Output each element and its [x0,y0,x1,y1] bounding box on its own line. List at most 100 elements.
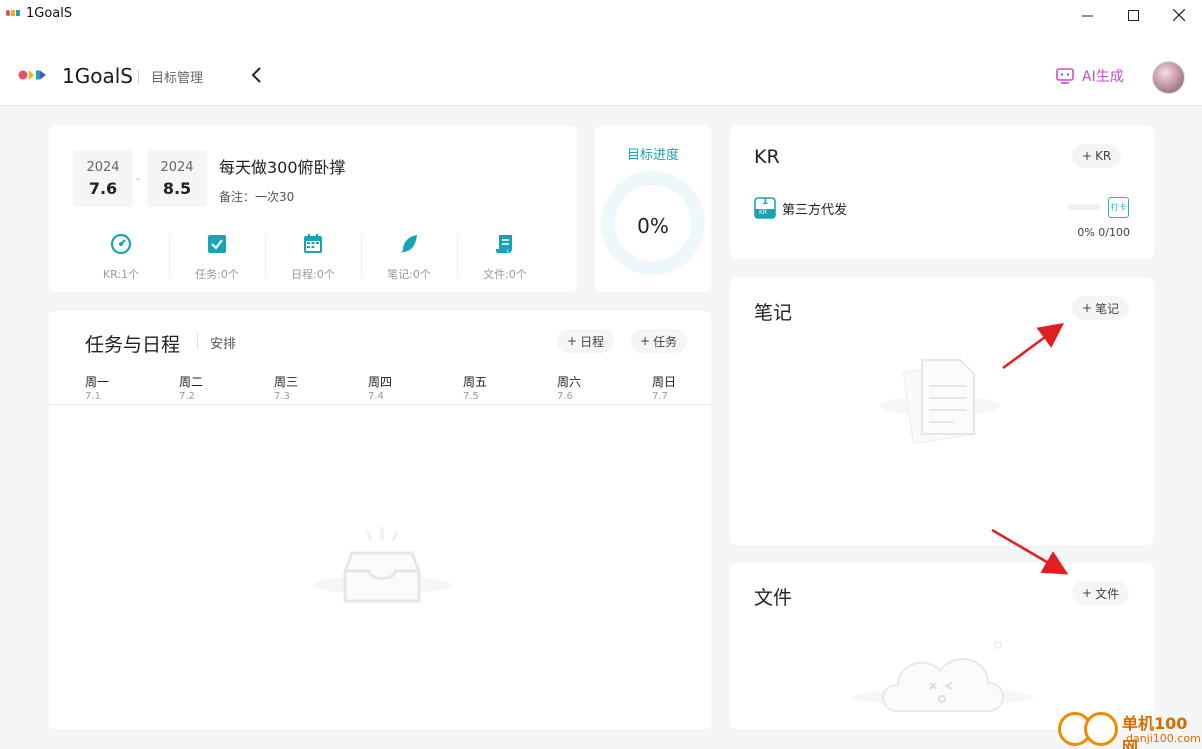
tasks-schedule-card: 任务与日程 安排 + 日程 + 任务 周一 7.1 周二 7.2 周三 7.3 … [49,311,711,729]
day-name: 周日 [652,375,677,389]
notes-card: 笔记 + 笔记 [730,278,1154,545]
checkbox-icon [208,235,226,253]
add-schedule-button[interactable]: + 日程 [557,329,615,353]
end-date: 8.5 [162,179,192,198]
watermark-logo-icon-2 [1084,712,1118,746]
kr-badge-label: KR [759,209,768,216]
close-icon [1173,9,1185,21]
stat-notes[interactable]: 笔记:0个 [361,232,457,282]
window-titlebar: 1GoalS [0,0,1202,30]
app-header: 1GoalS 目标管理 AI生成 [0,30,1202,106]
goal-note: 备注：一次30 [219,190,295,204]
day-name: 周一 [85,375,110,389]
plus-icon: + [1082,149,1093,163]
tasks-arrange-tab[interactable]: 安排 [210,333,236,352]
week-header: 周一 7.1 周二 7.2 周三 7.3 周四 7.4 周五 7.5 周六 7.… [85,373,711,403]
day-name: 周四 [368,375,393,389]
kr-progress-stat: 0% 0/100 [1077,226,1130,239]
goal-progress-card: 目标进度 0% [595,126,711,292]
chevron-left-icon [251,67,261,83]
day-column-tue[interactable]: 周二 7.2 [179,373,203,402]
day-date: 7.3 [274,391,290,402]
kr-card: KR + KR 1 KR 第三方代发 打卡 0% 0/100 [730,126,1154,259]
end-year: 2024 [160,160,194,175]
empty-tray-illustration [312,527,452,603]
back-button[interactable] [246,64,266,86]
start-year: 2024 [86,160,120,175]
plus-icon: + [567,334,578,348]
day-name: 周五 [463,375,488,389]
day-name: 周三 [274,375,299,389]
user-avatar[interactable] [1152,61,1185,94]
add-task-button[interactable]: + 任务 [630,329,688,353]
stat-schedule[interactable]: 日程:0个 [265,232,361,282]
files-section-title: 文件 [754,587,793,609]
day-date: 7.1 [85,391,101,402]
add-note-button[interactable]: + 笔记 [1072,296,1130,320]
tasks-title-divider [197,333,198,349]
app-logo-icon [6,10,20,16]
day-name: 周六 [557,375,582,389]
maximize-button[interactable] [1110,0,1156,30]
end-date-box[interactable]: 2024 8.5 [147,150,207,207]
progress-value: 0% [637,214,669,238]
stat-schedule-label: 日程:0个 [291,268,335,281]
goal-stats: KR:1个 任务:0个 日程:0个 笔记:0个 文件:0个 [73,232,553,282]
scroll-icon [496,235,512,253]
day-date: 7.6 [557,391,573,402]
add-file-label: 文件 [1095,586,1120,601]
goal-title[interactable]: 每天做300俯卧撑 [219,154,346,178]
stat-files-label: 文件:0个 [483,268,527,281]
day-column-wed[interactable]: 周三 7.3 [274,373,298,402]
files-card: 文件 + 文件 [730,563,1154,729]
close-button[interactable] [1156,0,1202,30]
watermark-url: danji100.com [1126,732,1201,745]
stat-kr[interactable]: KR:1个 [73,232,169,282]
plus-icon: + [640,334,651,348]
add-kr-label: KR [1095,149,1112,163]
window-title: 1GoalS [26,6,73,21]
add-file-button[interactable]: + 文件 [1072,581,1130,605]
day-date: 7.5 [463,391,479,402]
empty-files-illustration [853,641,1033,712]
add-note-label: 笔记 [1095,301,1120,316]
brand-name: 1GoalS [62,64,133,88]
page-section-title: 目标管理 [151,71,204,86]
start-date-box[interactable]: 2024 7.6 [73,150,133,207]
start-date: 7.6 [88,179,118,198]
stat-tasks[interactable]: 任务:0个 [169,232,265,282]
kr-badge-number: 1 [762,197,769,207]
minimize-icon [1081,15,1093,16]
day-column-thu[interactable]: 周四 7.4 [368,373,392,402]
brand-divider [138,70,139,84]
day-date: 7.2 [179,391,195,402]
ai-generate-label: AI生成 [1082,69,1124,85]
kr-checkin-button[interactable]: 打卡 [1108,197,1129,218]
date-range-dash: - [136,174,140,185]
day-column-sun[interactable]: 周日 7.7 [652,373,676,402]
progress-title: 目标进度 [626,148,679,163]
day-column-sat[interactable]: 周六 7.6 [557,373,581,402]
goal-summary-card: 2024 7.6 - 2024 8.5 每天做300俯卧撑 备注：一次30 KR… [49,126,577,292]
add-task-label: 任务 [653,334,678,349]
gauge-icon [110,233,132,255]
kr-progress-bar [1068,204,1100,210]
calendar-icon [304,234,322,253]
day-name: 周二 [179,375,204,389]
day-date: 7.7 [652,391,668,402]
add-kr-button[interactable]: + KR [1072,144,1122,168]
kr-item-name[interactable]: 第三方代发 [782,199,847,218]
tasks-section-title: 任务与日程 [85,334,181,356]
minimize-button[interactable] [1064,0,1110,30]
day-column-fri[interactable]: 周五 7.5 [463,373,487,402]
plus-icon: + [1082,301,1093,315]
site-watermark: 单机100网 danji100.com [1054,708,1202,749]
week-divider [49,404,711,405]
notes-section-title: 笔记 [754,302,793,324]
stat-kr-label: KR:1个 [102,268,140,281]
add-schedule-label: 日程 [580,334,605,349]
ai-generate-button[interactable]: AI生成 [1056,65,1124,87]
stat-files[interactable]: 文件:0个 [457,232,553,282]
day-column-mon[interactable]: 周一 7.1 [85,373,109,402]
kr-section-title: KR [754,146,780,168]
